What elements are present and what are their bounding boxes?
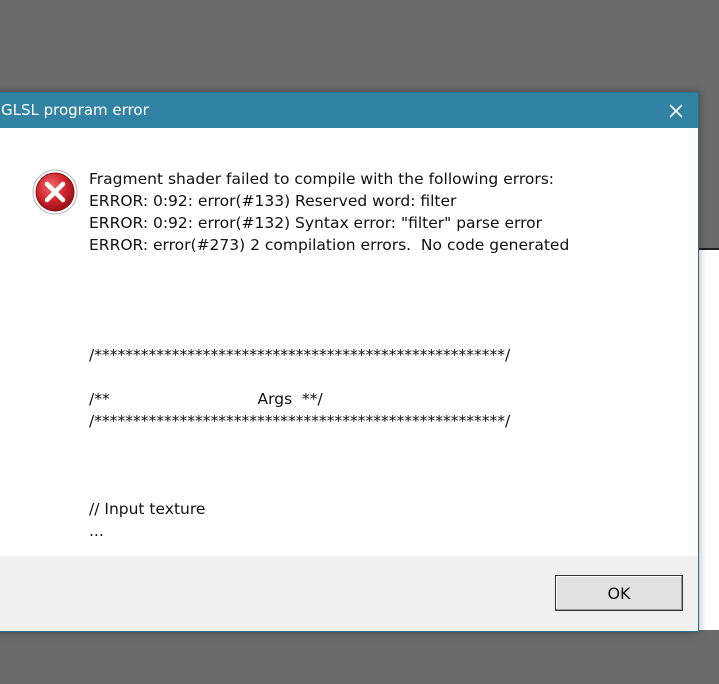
message-line [89,322,688,344]
error-message: Fragment shader failed to compile with t… [89,168,688,542]
message-line: ... [89,522,104,540]
dialog-title: GLSL program error [1,101,149,119]
message-line [89,256,688,278]
message-line [89,366,688,388]
message-line: ERROR: error(#273) 2 compilation errors.… [89,236,570,254]
title-bar[interactable]: GLSL program error [0,93,698,128]
message-line: ERROR: 0:92: error(#132) Syntax error: "… [89,214,542,232]
message-line [89,278,688,300]
close-icon [669,103,683,118]
message-line: /***************************************… [89,412,511,430]
message-line [89,432,688,454]
message-line [89,454,688,476]
error-icon [32,169,78,215]
close-button[interactable] [654,93,698,128]
message-line: /***************************************… [89,346,511,364]
dialog-footer: OK [0,556,698,631]
error-dialog: GLSL program error Fragment shader faile… [0,92,699,632]
message-line [89,476,688,498]
message-line: /** Args **/ [89,390,323,408]
ok-button[interactable]: OK [555,575,683,611]
message-line [89,300,688,322]
message-line: Fragment shader failed to compile with t… [89,170,555,188]
message-line: // Input texture [89,500,206,518]
message-line: ERROR: 0:92: error(#133) Reserved word: … [89,192,457,210]
dialog-content: Fragment shader failed to compile with t… [0,128,698,556]
